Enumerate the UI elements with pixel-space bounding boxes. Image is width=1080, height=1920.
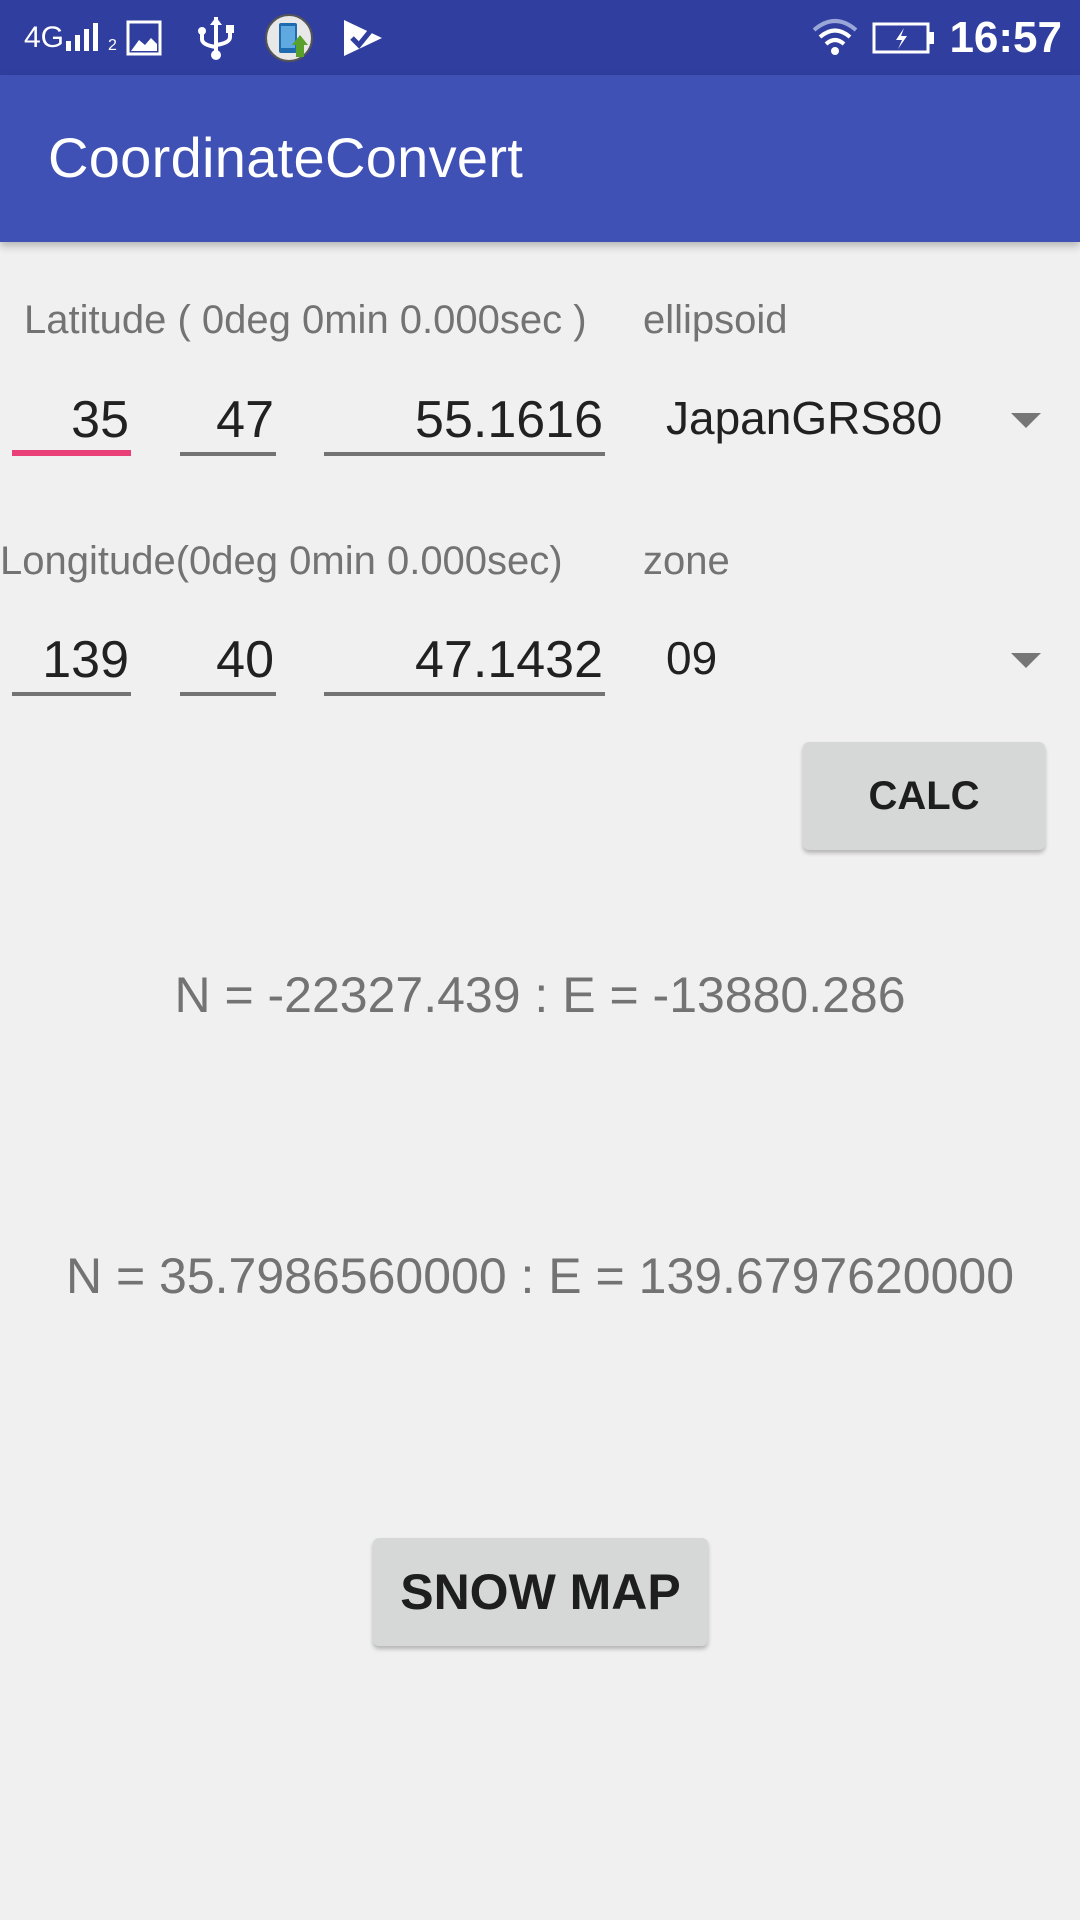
geodetic-coordinate-result: N = 35.7986560000 : E = 139.6797620000	[65, 1248, 1015, 1304]
plane-coordinate-result: N = -22327.439 : E = -13880.286	[174, 967, 906, 1023]
latitude-label: Latitude ( 0deg 0min 0.000sec )	[24, 298, 587, 342]
play-store-check-icon	[342, 0, 384, 75]
app-update-icon	[264, 0, 314, 75]
status-bar: 4G 2 16:57	[0, 0, 1080, 75]
zone-spinner[interactable]: 09	[643, 620, 1063, 700]
wifi-icon	[812, 0, 858, 75]
app-title: CoordinateConvert	[48, 126, 524, 189]
usb-icon	[196, 0, 236, 75]
longitude-sec-input[interactable]: 47.1432	[324, 624, 605, 696]
battery-charging-icon	[872, 0, 936, 75]
ellipsoid-selected: JapanGRS80	[666, 392, 943, 444]
longitude-min-input[interactable]: 40	[180, 624, 276, 696]
longitude-label: Longitude(0deg 0min 0.000sec)	[0, 539, 563, 583]
signal-icon: 4G 2	[24, 0, 117, 75]
latitude-min-input[interactable]: 47	[180, 384, 276, 456]
longitude-deg-input[interactable]: 139	[12, 624, 131, 696]
zone-label: zone	[643, 539, 730, 583]
dropdown-arrow-icon	[1011, 653, 1041, 668]
clock: 16:57	[949, 13, 1062, 62]
show-map-button[interactable]: SNOW MAP	[373, 1538, 708, 1646]
calc-button[interactable]: CALC	[803, 742, 1045, 850]
latitude-deg-input[interactable]: 35	[12, 384, 131, 456]
sim-slot: 2	[108, 36, 117, 54]
ellipsoid-spinner[interactable]: JapanGRS80	[643, 380, 1063, 460]
latitude-sec-input[interactable]: 55.1616	[324, 384, 605, 456]
app-bar: CoordinateConvert	[0, 75, 1080, 242]
zone-selected: 09	[666, 632, 718, 684]
ellipsoid-label: ellipsoid	[643, 298, 788, 342]
signal-bars-icon	[66, 22, 99, 51]
dropdown-arrow-icon	[1011, 413, 1041, 428]
network-type: 4G	[24, 20, 65, 54]
image-icon	[126, 0, 162, 75]
